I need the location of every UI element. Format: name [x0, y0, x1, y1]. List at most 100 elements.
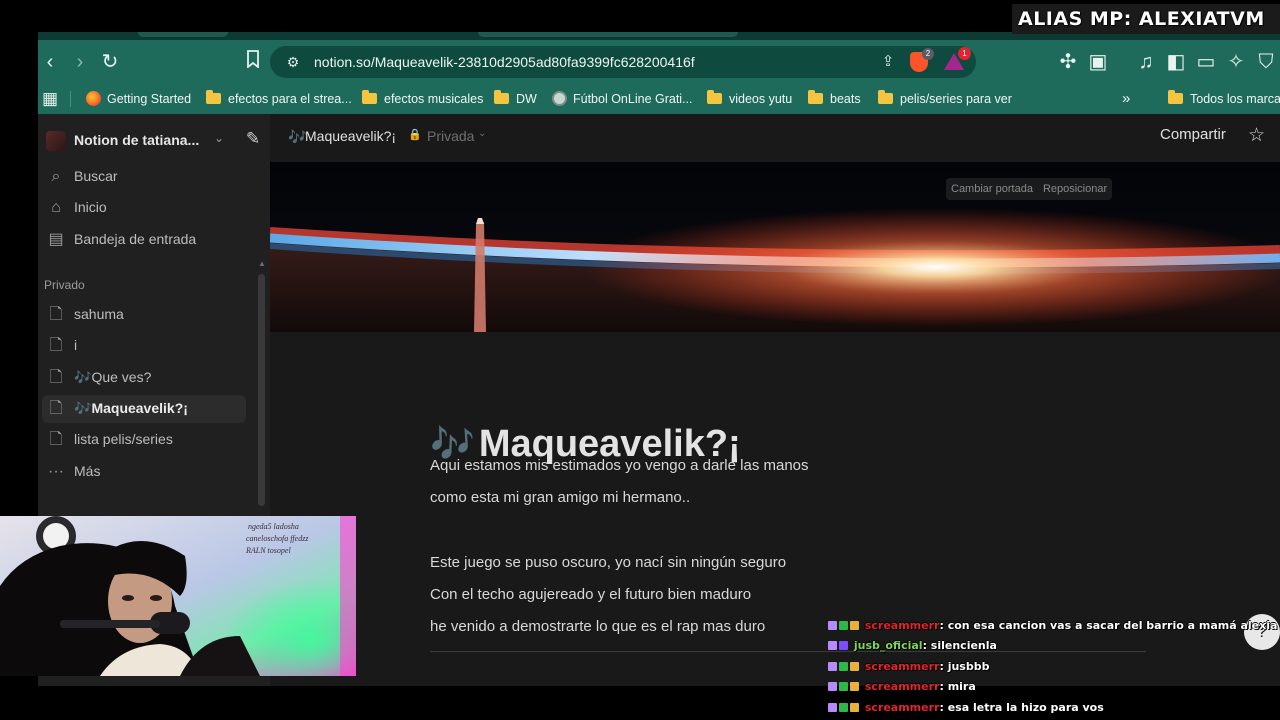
favorite-star-icon[interactable]: ☆	[1248, 124, 1265, 147]
moderator-badge-icon	[839, 682, 848, 691]
moderator-badge-icon	[839, 703, 848, 712]
text-block[interactable]: como esta mi gran amigo mi hermano..	[430, 489, 690, 506]
bookmark-folder-beats[interactable]: beats	[808, 90, 861, 108]
share-icon[interactable]: ⇪	[878, 52, 898, 72]
bookmark-futbol[interactable]: Fútbol OnLine Grati...	[552, 90, 693, 108]
sidebar-page-i[interactable]: 🗋 i	[42, 332, 246, 360]
bookmark-folder-pelis-series[interactable]: pelis/series para ver	[878, 90, 1012, 108]
more-dots-icon: ···	[48, 463, 64, 480]
sidebar-item-label: 🎶Que ves?	[74, 369, 151, 386]
extensions-icon[interactable]: ✣	[1056, 50, 1080, 74]
bookmark-folder-dw[interactable]: DW	[494, 90, 537, 108]
chevron-down-icon: ⌄	[214, 131, 225, 145]
bookmark-folder-videos-yutu[interactable]: videos yutu	[707, 90, 792, 108]
bookmark-label: pelis/series para ver	[900, 92, 1012, 106]
site-info-icon[interactable]: ⚙	[284, 53, 302, 71]
page-icon: 🗋	[49, 431, 63, 448]
bookmark-label: Getting Started	[107, 92, 192, 106]
chat-message: screammerr: jusbbb	[828, 658, 989, 676]
share-button[interactable]: Compartir	[1160, 126, 1226, 143]
screen: ‹ › ↻ ⚙ notion.so/Maqueavelik-23810d2905…	[0, 0, 1280, 720]
lock-icon: 🔒	[408, 129, 422, 141]
new-page-icon[interactable]: ✎	[242, 128, 264, 150]
sidebar-item-label: Buscar	[74, 168, 118, 184]
tab[interactable]	[138, 32, 228, 37]
reload-icon[interactable]: ↻	[98, 50, 122, 74]
back-icon[interactable]: ‹	[38, 50, 62, 74]
vpn-icon[interactable]: ⛉	[1254, 50, 1278, 74]
bookmark-folder-efectos-musicales[interactable]: efectos musicales	[362, 90, 483, 108]
folder-icon	[707, 90, 722, 104]
stream-chat: screammerr : con esa cancion vas a sacar …	[828, 617, 1277, 717]
sidebar-scrollbar[interactable]	[258, 274, 265, 506]
bookmarks-bar: ▦ Getting Started efectos para el strea.…	[38, 84, 1280, 114]
webcam-feed: ngeda5 ladosha caneloschofa ffedzz RALN …	[0, 516, 356, 676]
reposition-button[interactable]: Reposicionar	[1038, 178, 1112, 200]
chat-username: screammerr	[864, 680, 940, 693]
chat-message: screammerr: esa letra la hizo para vos	[828, 699, 1104, 717]
page-icon: 🗋	[49, 337, 63, 354]
workspace-name: Notion de tatiana...	[74, 132, 200, 148]
sidebar-page-sahuma[interactable]: 🗋 sahuma	[42, 301, 246, 329]
sidebar-page-maqueavelik[interactable]: 🗋 🎶Maqueavelik?¡	[42, 395, 246, 423]
active-tab[interactable]	[478, 32, 738, 37]
sub-badge-icon	[828, 703, 837, 712]
chat-message: screammerr: con esa cancion vas a sacar …	[828, 617, 1277, 635]
page-cover-image: Cambiar portada Reposicionar	[270, 162, 1280, 332]
chat-text: : con esa cancion vas a sacar del barrio…	[939, 619, 1278, 632]
crown-badge-icon	[850, 682, 859, 691]
sidebar-item-label: lista pelis/series	[74, 431, 173, 447]
bookmark-icon[interactable]	[241, 50, 265, 74]
chat-text: : silencienla	[922, 639, 997, 652]
browser-toolbar: ‹ › ↻ ⚙ notion.so/Maqueavelik-23810d2905…	[38, 40, 1280, 84]
apps-grid-icon[interactable]: ▦	[38, 87, 62, 111]
url-text[interactable]: notion.so/Maqueavelik-23810d2905ad80fa93…	[314, 53, 695, 71]
sidebar-item-label: 🎶Maqueavelik?¡	[74, 400, 188, 417]
sidebar-item-home[interactable]: ⌂ Inicio	[42, 194, 246, 222]
breadcrumb[interactable]: Maqueavelik?¡	[305, 128, 396, 144]
text-block[interactable]: Con el techo agujereado y el futuro bien…	[430, 586, 751, 603]
scroll-up-arrow[interactable]: ▲	[258, 260, 266, 268]
address-bar[interactable]: ⚙ notion.so/Maqueavelik-23810d2905ad80fa…	[270, 46, 976, 78]
text-block[interactable]: Este juego se puso oscuro, yo nací sin n…	[430, 554, 786, 571]
sidebar-item-inbox[interactable]: ▤ Bandeja de entrada	[42, 226, 246, 254]
bookmarks-divider	[70, 91, 71, 107]
stream-alias-banner: ALIAS MP: ALEXIATVM	[1012, 4, 1280, 34]
moderator-badge-icon	[839, 662, 848, 671]
media-icon[interactable]: ♫	[1134, 50, 1158, 74]
bookmark-folder-efectos-stream[interactable]: efectos para el strea...	[206, 90, 352, 108]
privacy-dropdown[interactable]: Privada	[427, 128, 474, 144]
bookmark-folder-all[interactable]: Todos los marcadores	[1168, 90, 1280, 108]
crown-badge-icon	[850, 621, 859, 630]
text-block[interactable]: he venido a demostrarte lo que es el rap…	[430, 618, 765, 635]
bookmark-getting-started[interactable]: Getting Started	[86, 90, 191, 108]
wallet-icon[interactable]: ▭	[1194, 50, 1218, 74]
leo-ai-icon[interactable]: ✧	[1224, 50, 1248, 74]
wall-signature: ngeda5 ladosha	[248, 522, 299, 531]
forward-icon[interactable]: ›	[68, 50, 92, 74]
search-icon: ⌕	[51, 168, 61, 185]
sidebar-page-que-ves[interactable]: 🗋 🎶Que ves?	[42, 364, 246, 392]
chat-username: screammerr	[864, 660, 940, 673]
text-block[interactable]: Aqui estamos mis estimados yo vengo a da…	[430, 457, 809, 474]
sidebar-page-lista-pelis[interactable]: 🗋 lista pelis/series	[42, 426, 246, 454]
chat-username: screammerr	[864, 701, 940, 714]
sidebar-item-more[interactable]: ··· Más	[42, 458, 246, 486]
bookmarks-overflow-button[interactable]: »	[1122, 90, 1130, 108]
sidebar-item-search[interactable]: ⌕ Buscar	[42, 163, 246, 191]
page-label: Maqueavelik?¡	[91, 400, 188, 416]
chat-text: : esa letra la hizo para vos	[939, 701, 1104, 714]
globe-icon	[552, 91, 567, 106]
reader-mode-icon[interactable]: ▣	[1086, 50, 1110, 74]
crown-badge-icon	[850, 662, 859, 671]
workspace-switcher[interactable]: Notion de tatiana... ⌄ ✎	[46, 126, 262, 156]
folder-icon	[878, 90, 893, 104]
page-label: Que ves?	[91, 369, 152, 385]
music-notes-icon: 🎶	[74, 369, 92, 385]
chevron-down-icon: ⌄	[478, 128, 487, 139]
change-cover-button[interactable]: Cambiar portada	[946, 178, 1038, 200]
chat-text: : mira	[939, 680, 976, 693]
bookmark-label: beats	[830, 92, 861, 106]
sidebar-icon[interactable]: ◧	[1164, 50, 1188, 74]
private-section-label[interactable]: Privado	[44, 278, 85, 292]
